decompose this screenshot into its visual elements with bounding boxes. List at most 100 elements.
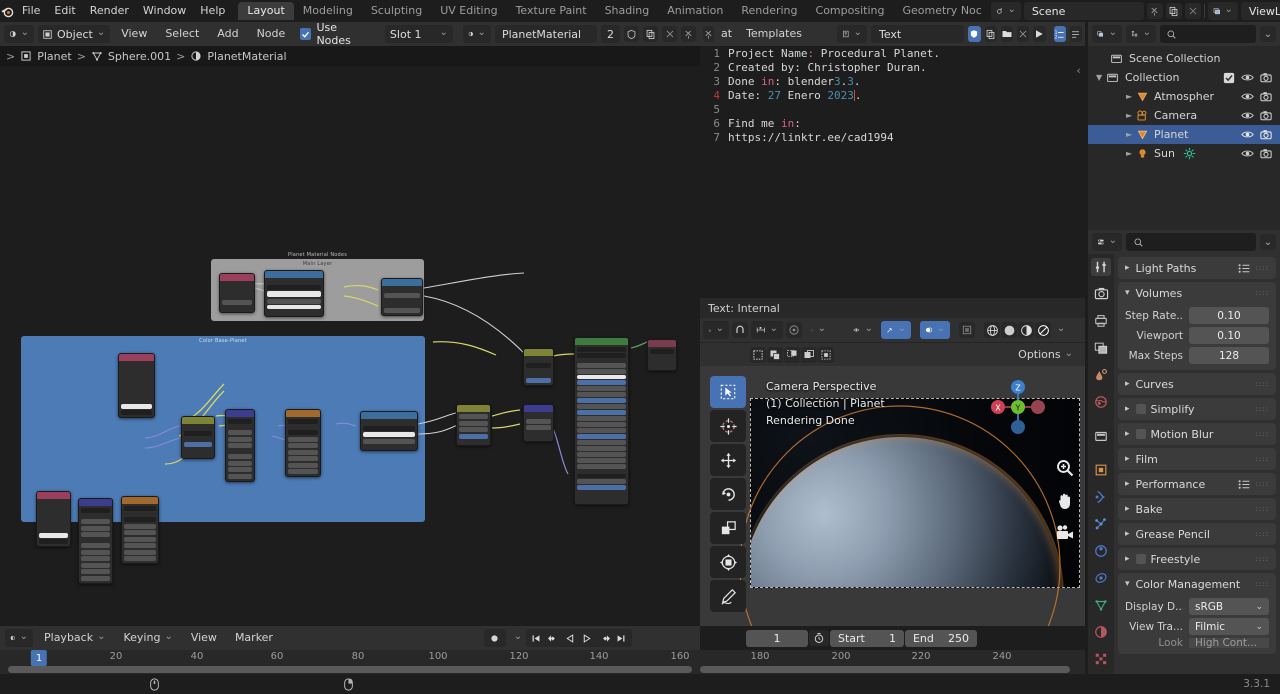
auto-keying-record-icon[interactable] (483, 629, 506, 647)
node-bump-2[interactable] (523, 404, 554, 442)
zoom-icon[interactable] (1055, 458, 1075, 481)
snap-magnet-icon[interactable] (732, 322, 748, 338)
timeline-menu-keying[interactable]: Keying (116, 627, 179, 649)
gizmo-toggle[interactable] (881, 321, 911, 339)
outliner-filter-icon[interactable] (1126, 25, 1156, 43)
hide-in-viewport-icon[interactable] (1241, 148, 1254, 159)
select-box-tool-icon[interactable] (710, 376, 746, 408)
outliner-row-scene-collection[interactable]: Scene Collection (1088, 49, 1280, 68)
node-color-mix-2[interactable] (121, 496, 159, 564)
material-slot-selector[interactable]: Slot 1 (384, 25, 453, 43)
scale-tool-icon[interactable] (710, 512, 746, 544)
menu-file[interactable]: File (15, 0, 47, 22)
hide-in-viewport-icon[interactable] (1241, 110, 1254, 121)
navigation-gizmo[interactable]: Z X Y (989, 378, 1047, 436)
pin-material-icon[interactable] (681, 26, 696, 42)
node-bump[interactable] (381, 278, 423, 316)
panel-motion-blur[interactable]: ▸ Motion Blur :::: (1118, 423, 1276, 445)
shading-options-dropdown[interactable] (1052, 321, 1066, 339)
unlink-material-icon[interactable] (662, 26, 678, 42)
sun-data-icon[interactable] (1183, 147, 1196, 160)
panel-color-management[interactable]: ▾ Color Management :::: (1118, 573, 1276, 595)
use-nodes-checkbox[interactable] (300, 28, 312, 40)
node-editor-canvas[interactable]: Planet Material Nodes Main Layer Color B… (0, 66, 700, 626)
timeline-scrollbar[interactable] (8, 666, 692, 673)
freestyle-checkbox[interactable] (1135, 554, 1146, 564)
run-script-icon[interactable] (1033, 26, 1046, 42)
outliner-row-atmosphere[interactable]: ► Atmospher (1088, 87, 1280, 106)
use-preview-range-icon[interactable] (808, 630, 829, 646)
scene-browse-icon[interactable] (990, 2, 1021, 20)
word-wrap-toggle-icon[interactable] (1069, 26, 1082, 42)
tab-physics-icon[interactable] (1091, 542, 1111, 560)
playhead[interactable]: 1 (30, 650, 48, 666)
shader-menu-node[interactable]: Node (250, 23, 293, 45)
preset-list-icon[interactable] (1238, 479, 1251, 490)
field-value[interactable]: 128 (1189, 347, 1269, 364)
new-scene-icon[interactable] (1165, 3, 1182, 19)
panel-freestyle[interactable]: ▸ Freestyle :::: (1118, 548, 1276, 570)
tab-collection-icon[interactable] (1091, 427, 1111, 445)
jump-start-icon[interactable] (527, 630, 545, 646)
tab-object-data-icon[interactable] (1091, 596, 1111, 614)
blender-logo-icon[interactable] (0, 4, 15, 19)
panel-bake[interactable]: ▸ Bake :::: (1118, 498, 1276, 520)
expand-triangle-icon[interactable]: ▼ (1096, 73, 1106, 82)
node-material-output[interactable] (647, 339, 677, 371)
outliner-row-sun[interactable]: ► Sun (1088, 144, 1280, 163)
panel-volumes[interactable]: ▾ Volumes :::: (1118, 282, 1276, 304)
panel-grease-pencil[interactable]: ▸ Grease Pencil :::: (1118, 523, 1276, 545)
tab-compositing[interactable]: Compositing (807, 2, 894, 20)
menu-window[interactable]: Window (136, 0, 193, 22)
outliner-row-camera[interactable]: ► Camera (1088, 106, 1280, 125)
tab-animation[interactable]: Animation (658, 2, 732, 20)
prev-keyframe-icon[interactable] (544, 630, 562, 646)
outliner-row-collection[interactable]: ▼ Collection (1088, 68, 1280, 87)
wireframe-shading-icon[interactable] (984, 322, 1000, 338)
tab-constraints-icon[interactable] (1091, 569, 1111, 587)
fake-user-text-icon[interactable] (968, 26, 981, 42)
node-texture-coordinate-3[interactable] (36, 491, 71, 547)
tab-scene-icon[interactable] (1091, 366, 1111, 384)
outliner-body[interactable]: Scene Collection ▼ Collection ► Atmosphe… (1088, 46, 1280, 230)
expand-triangle-icon[interactable]: ► (1126, 130, 1136, 139)
shader-menu-add[interactable]: Add (210, 23, 245, 45)
menu-edit[interactable]: Edit (47, 0, 82, 22)
viewport-editor-type-icon[interactable] (703, 321, 729, 339)
shader-type-selector[interactable]: Object (38, 25, 111, 43)
timeline-ruler-right[interactable]: 180 200 220 240 (700, 650, 1085, 674)
hide-in-viewport-icon[interactable] (1241, 129, 1254, 140)
view-transform-dropdown[interactable]: Filmic ⌄ (1189, 618, 1269, 635)
jump-end-icon[interactable] (612, 630, 630, 646)
breadcrumb-material[interactable]: PlanetMaterial (207, 50, 286, 63)
timeline-ruler[interactable]: 20 40 60 80 100 120 140 160 1 (0, 650, 700, 666)
shader-menu-view[interactable]: View (114, 23, 154, 45)
transform-tool-icon[interactable] (710, 546, 746, 578)
tab-material-icon[interactable] (1091, 623, 1111, 641)
material-preview-shading-icon[interactable] (1018, 322, 1034, 338)
viewport-options-menu[interactable]: Options (1011, 344, 1080, 366)
overlays-toggle[interactable] (920, 321, 950, 339)
timeline-menu-view[interactable]: View (184, 627, 224, 649)
motion-blur-checkbox[interactable] (1135, 429, 1146, 439)
menu-help[interactable]: Help (193, 0, 232, 22)
node-texture-coordinate-2[interactable] (118, 353, 155, 418)
select-intersect-icon[interactable] (818, 346, 834, 363)
solid-shading-icon[interactable] (1001, 322, 1017, 338)
tab-modeling[interactable]: Modeling (294, 2, 362, 20)
expand-triangle-icon[interactable]: ► (1126, 111, 1136, 120)
tab-texture-icon[interactable] (1091, 650, 1111, 668)
tab-particles-icon[interactable] (1091, 515, 1111, 533)
outliner-search-input[interactable] (1160, 25, 1256, 43)
cursor-tool-icon[interactable] (710, 410, 746, 442)
disable-in-render-icon[interactable] (1260, 129, 1272, 140)
tab-render-icon[interactable] (1091, 285, 1111, 303)
material-users-count[interactable]: 2 (600, 25, 621, 43)
xray-toggle-icon[interactable] (959, 322, 975, 338)
play-reverse-icon[interactable] (561, 630, 579, 646)
tab-layout[interactable]: Layout (238, 2, 294, 20)
new-text-icon[interactable] (984, 26, 997, 42)
viewlayer-browse-icon[interactable] (1207, 2, 1238, 20)
open-text-icon[interactable] (1000, 26, 1014, 42)
material-name-field[interactable]: PlanetMaterial (494, 25, 597, 43)
